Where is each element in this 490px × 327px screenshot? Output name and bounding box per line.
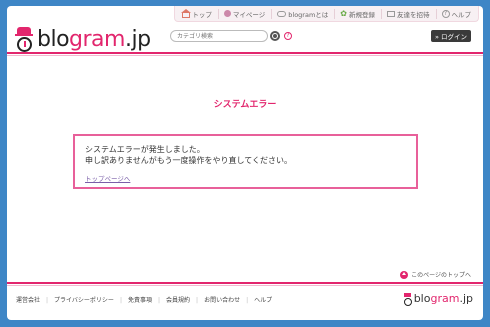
footer-link-disclaimer[interactable]: 免責事項	[114, 295, 152, 304]
home-icon	[181, 8, 192, 18]
top-page-link[interactable]: トップページへ	[85, 173, 130, 183]
header-divider	[7, 52, 483, 54]
mypage-icon	[223, 10, 231, 17]
footer-link-help[interactable]: ヘルプ	[240, 295, 272, 304]
mascot-logo-icon	[15, 27, 35, 55]
footer-links: 運営会社 プライバシーポリシー 免責事項 会員規約 お問い合わせ ヘルプ	[16, 295, 272, 304]
footer-divider	[7, 282, 483, 284]
mascot-logo-icon	[403, 293, 413, 307]
category-search: ?	[170, 30, 292, 42]
nav-item-about[interactable]: blogramとは	[271, 8, 329, 19]
footer-logo-text: blogram.jp	[413, 292, 473, 305]
arrow-up-icon	[400, 270, 409, 279]
footer-logo[interactable]: blogram.jp	[403, 287, 473, 307]
site-logo[interactable]: blogram.jp	[15, 19, 151, 55]
header-divider-thin	[7, 55, 483, 56]
page-top-link[interactable]: このページのトップへ	[400, 270, 471, 279]
category-search-input[interactable]	[170, 30, 268, 42]
error-message-line: 申し訳ありませんがもう一度操作をやり直してください。	[85, 156, 293, 165]
footer-divider-thin	[7, 285, 483, 286]
nav-item-register[interactable]: ✿ 新規登録	[334, 8, 375, 19]
nav-label: blogramとは	[288, 10, 329, 19]
error-message-line: システムエラーが発生しました。	[85, 145, 205, 154]
nav-label: 友達を招待	[397, 10, 430, 19]
search-help-icon[interactable]: ?	[284, 32, 292, 40]
mail-icon	[387, 10, 395, 17]
speech-bubble-icon	[277, 10, 287, 17]
nav-label: 新規登録	[349, 10, 375, 19]
sprout-icon: ✿	[340, 9, 347, 18]
search-icon[interactable]	[270, 31, 280, 41]
footer-link-terms[interactable]: 会員規約	[152, 295, 190, 304]
error-title: システムエラー	[213, 100, 277, 110]
top-navigation: トップ マイページ blogramとは ✿ 新規登録 友達を招待 ? ヘルプ	[174, 6, 479, 22]
nav-label: ヘルプ	[451, 10, 472, 19]
login-button[interactable]: » ログイン	[431, 30, 471, 42]
page: トップ マイページ blogramとは ✿ 新規登録 友達を招待 ? ヘルプ b…	[7, 6, 483, 320]
footer-link-privacy[interactable]: プライバシーポリシー	[40, 295, 114, 304]
nav-label: マイページ	[232, 10, 266, 19]
footer-link-contact[interactable]: お問い合わせ	[190, 295, 240, 304]
nav-item-top[interactable]: トップ	[181, 8, 212, 19]
nav-item-invite[interactable]: 友達を招待	[381, 8, 430, 19]
error-message-box: システムエラーが発生しました。 申し訳ありませんがもう一度操作をやり直してくださ…	[73, 134, 418, 189]
help-icon: ?	[441, 9, 450, 18]
nav-item-mypage[interactable]: マイページ	[217, 8, 266, 19]
nav-label: トップ	[192, 10, 212, 19]
page-top-label: このページのトップへ	[411, 272, 471, 279]
footer-link-company[interactable]: 運営会社	[16, 295, 40, 304]
browser-frame: トップ マイページ blogramとは ✿ 新規登録 友達を招待 ? ヘルプ b…	[0, 0, 490, 327]
nav-item-help[interactable]: ? ヘルプ	[435, 8, 472, 19]
